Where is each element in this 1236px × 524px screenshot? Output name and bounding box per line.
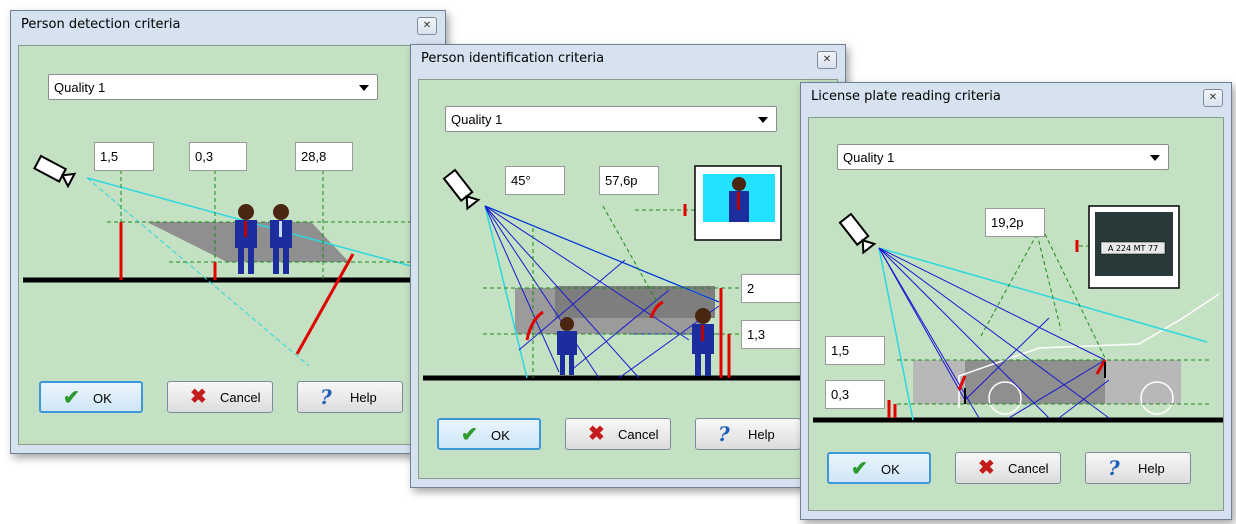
- cancel-button[interactable]: ✖ Cancel: [167, 381, 273, 413]
- title-bar[interactable]: Person detection criteria ✕: [11, 11, 445, 39]
- distance-value-field[interactable]: 1,5: [94, 142, 154, 171]
- person-icon: [270, 204, 292, 274]
- title-bar[interactable]: License plate reading criteria ✕: [801, 83, 1231, 111]
- dialog-client-area: Quality 1: [808, 117, 1224, 511]
- question-icon: ?: [718, 422, 730, 446]
- dialog-client-area: Quality 1: [418, 79, 838, 479]
- ok-label: OK: [881, 462, 900, 477]
- help-label: Help: [1138, 461, 1165, 476]
- cancel-label: Cancel: [220, 390, 261, 405]
- camera-icon: [442, 168, 481, 211]
- close-button[interactable]: ✕: [817, 51, 837, 69]
- question-icon: ?: [1108, 456, 1120, 480]
- dialog-title: Person identification criteria: [421, 51, 605, 66]
- camera-icon: [33, 154, 77, 189]
- person-icon: [235, 204, 257, 274]
- help-label: Help: [350, 390, 377, 405]
- checkmark-icon: ✔: [63, 387, 80, 409]
- checkmark-icon: ✔: [461, 424, 478, 446]
- width-value-field[interactable]: 28,8: [295, 142, 353, 171]
- dialog-title: License plate reading criteria: [811, 89, 1001, 104]
- height-value-field[interactable]: 0,3: [189, 142, 247, 171]
- ok-button[interactable]: ✔ OK: [827, 452, 931, 484]
- x-icon: ✖: [978, 457, 995, 479]
- license-plate-dialog: License plate reading criteria ✕ Quality…: [800, 82, 1232, 520]
- title-bar[interactable]: Person identification criteria ✕: [411, 45, 845, 73]
- resolution-value-field[interactable]: 57,6p: [599, 166, 659, 195]
- close-button[interactable]: ✕: [417, 17, 437, 35]
- checkmark-icon: ✔: [851, 458, 868, 480]
- cancel-label: Cancel: [618, 427, 659, 442]
- ok-button[interactable]: ✔ OK: [39, 381, 143, 413]
- question-icon: ?: [320, 385, 332, 409]
- x-icon: ✖: [190, 386, 207, 408]
- plate-text: A 224 MT 77: [1108, 244, 1158, 253]
- close-button[interactable]: ✕: [1203, 89, 1223, 107]
- dialog-client-area: Quality 1: [18, 45, 438, 445]
- cancel-button[interactable]: ✖ Cancel: [955, 452, 1061, 484]
- person-detection-dialog: Person detection criteria ✕ Quality 1 1,…: [10, 10, 446, 454]
- help-button[interactable]: ? Help: [297, 381, 403, 413]
- min-height-value-field[interactable]: 1,3: [741, 320, 801, 349]
- cancel-button[interactable]: ✖ Cancel: [565, 418, 671, 450]
- help-button[interactable]: ? Help: [695, 418, 801, 450]
- dialog-title: Person detection criteria: [21, 17, 181, 32]
- angle-value-field[interactable]: 45°: [505, 166, 565, 195]
- ok-label: OK: [491, 428, 510, 443]
- max-height-value-field[interactable]: 1,5: [825, 336, 885, 365]
- identification-preview-image: [694, 165, 782, 241]
- person-identification-dialog: Person identification criteria ✕ Quality…: [410, 44, 846, 488]
- help-button[interactable]: ? Help: [1085, 452, 1191, 484]
- x-icon: ✖: [588, 423, 605, 445]
- max-height-value-field[interactable]: 2: [741, 274, 801, 303]
- min-height-value-field[interactable]: 0,3: [825, 380, 885, 409]
- help-label: Help: [748, 427, 775, 442]
- cancel-label: Cancel: [1008, 461, 1049, 476]
- ok-label: OK: [93, 391, 112, 406]
- resolution-value-field[interactable]: 19,2p: [985, 208, 1045, 237]
- camera-icon: [838, 212, 877, 255]
- ok-button[interactable]: ✔ OK: [437, 418, 541, 450]
